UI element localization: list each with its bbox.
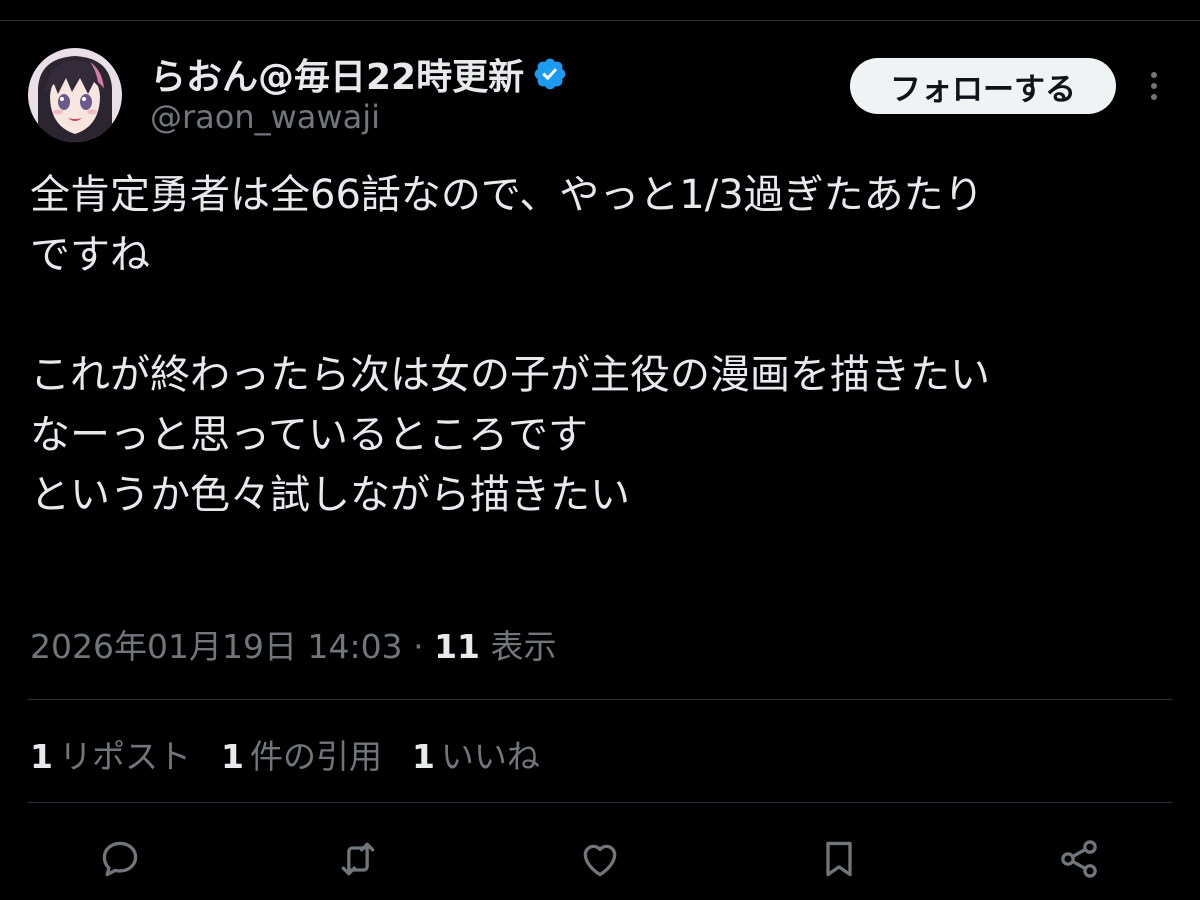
bookmark-button[interactable]: [814, 834, 864, 884]
views-count: 11: [434, 627, 480, 666]
views-label: 表示: [490, 627, 557, 666]
author-display-name-row[interactable]: らおん@毎日22時更新: [150, 48, 568, 100]
engagement-stats: 1 リポスト 1 件の引用 1 いいね: [30, 730, 570, 778]
quotes-label: 件の引用: [249, 737, 382, 776]
follow-button[interactable]: フォローする: [850, 58, 1116, 114]
avatar-image: [28, 48, 122, 142]
tweet-text-line: なーっと思っているところです: [30, 412, 588, 458]
author-display-name[interactable]: らおん@毎日22時更新: [150, 48, 524, 100]
tweet-text: 全肯定勇者は全66話なので、やっと1/3過ぎたあたり ですね これが終わったら次…: [30, 165, 1170, 525]
tweet-text-line: 全肯定勇者は全66話なので、やっと1/3過ぎたあたり: [30, 172, 984, 218]
likes-count: 1: [411, 737, 435, 776]
more-options-button[interactable]: [1136, 64, 1172, 108]
timestamp[interactable]: 2026年01月19日 14:03: [30, 627, 403, 666]
reposts-stat[interactable]: 1 リポスト: [30, 730, 191, 778]
quotes-stat[interactable]: 1 件の引用: [221, 730, 382, 778]
divider: [28, 699, 1172, 700]
repost-button[interactable]: [333, 834, 383, 884]
avatar[interactable]: [28, 48, 122, 142]
reply-button[interactable]: [95, 834, 145, 884]
tweet-text-line: というか色々試しながら描きたい: [30, 472, 630, 518]
reply-icon: [102, 841, 138, 877]
share-button[interactable]: [1054, 834, 1104, 884]
meta-separator: ·: [413, 627, 424, 666]
author-handle[interactable]: @raon_wawaji: [150, 98, 380, 136]
reposts-label: リポスト: [58, 737, 191, 776]
reposts-count: 1: [30, 737, 53, 776]
tweet-meta: 2026年01月19日 14:03 · 11 表示: [30, 620, 557, 668]
bookmark-icon: [826, 841, 852, 877]
heart-icon: [583, 844, 617, 877]
tweet-text-line: ですね: [30, 232, 150, 278]
tweet-text-blank-line: [30, 285, 1170, 345]
top-divider: [0, 20, 1200, 21]
quotes-count: 1: [220, 737, 244, 776]
more-vertical-icon: [1151, 72, 1157, 100]
like-button[interactable]: [575, 834, 625, 884]
repost-icon: [341, 842, 375, 876]
likes-label: いいね: [440, 737, 540, 776]
likes-stat[interactable]: 1 いいね: [412, 730, 540, 778]
tweet-text-line: これが終わったら次は女の子が主役の漫画を描きたい: [30, 352, 990, 398]
share-icon: [1061, 840, 1097, 878]
divider: [28, 802, 1172, 803]
verified-badge-icon: [534, 58, 566, 90]
tweet-detail-page: らおん@毎日22時更新 @raon_wawaji フォローする 全肯定勇者は全6…: [0, 0, 1200, 900]
